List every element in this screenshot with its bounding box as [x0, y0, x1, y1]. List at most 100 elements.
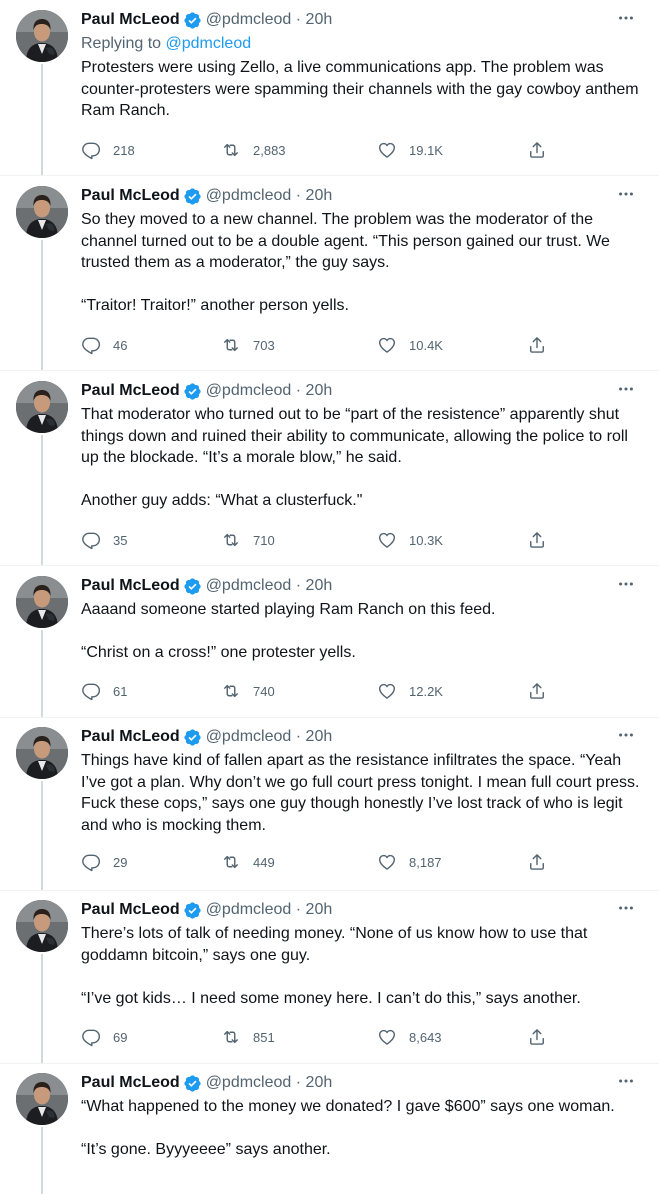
- thread-line: [41, 435, 43, 565]
- tweet-text: So they moved to a new channel. The prob…: [81, 209, 641, 317]
- retweet-button[interactable]: 449: [221, 852, 275, 872]
- reply-icon: [81, 335, 113, 355]
- reply-icon: [81, 852, 113, 872]
- avatar[interactable]: [16, 900, 68, 952]
- avatar[interactable]: [16, 727, 68, 779]
- reply-button[interactable]: 29: [81, 852, 127, 872]
- separator: ·: [295, 11, 302, 28]
- author-name[interactable]: Paul McLeod: [81, 728, 180, 746]
- separator: ·: [295, 728, 302, 745]
- avatar[interactable]: [16, 186, 68, 238]
- tweet-paragraph: Protesters were using Zello, a live comm…: [81, 59, 639, 119]
- separator: ·: [295, 1074, 302, 1091]
- timestamp[interactable]: 20h: [306, 1074, 333, 1091]
- like-count: 19.1K: [409, 142, 443, 158]
- replying-handle-link[interactable]: @pdmcleod: [166, 35, 252, 52]
- action-bar: 35 710 10.3K: [81, 530, 561, 552]
- like-button[interactable]: 12.2K: [377, 681, 443, 701]
- author-name[interactable]: Paul McLeod: [81, 577, 180, 595]
- retweet-button[interactable]: 740: [221, 681, 275, 701]
- tweet-paragraph: “Traitor! Traitor!” another person yells…: [81, 297, 349, 314]
- action-bar: 218 2,883 19.1K: [81, 140, 561, 162]
- reply-button[interactable]: 35: [81, 530, 127, 550]
- verified-badge-icon: [183, 187, 202, 206]
- retweet-icon: [221, 530, 253, 550]
- tweet-text: Protesters were using Zello, a live comm…: [81, 57, 641, 122]
- tweet-paragraph: Another guy adds: “What a clusterfuck.": [81, 492, 363, 509]
- share-icon: [527, 1027, 547, 1047]
- thread-line: [41, 781, 43, 890]
- share-icon: [527, 140, 547, 160]
- author-handle[interactable]: @pdmcleod: [206, 901, 292, 919]
- retweet-button[interactable]: 851: [221, 1027, 275, 1047]
- timestamp[interactable]: 20h: [306, 187, 333, 204]
- like-button[interactable]: 19.1K: [377, 140, 443, 160]
- share-button[interactable]: [527, 852, 547, 872]
- author-handle[interactable]: @pdmcleod: [206, 728, 292, 746]
- tweet-text: Aaaand someone started playing Ram Ranch…: [81, 599, 641, 664]
- author-handle[interactable]: @pdmcleod: [206, 11, 292, 29]
- author-name[interactable]: Paul McLeod: [81, 382, 180, 400]
- retweet-count: 449: [253, 854, 275, 870]
- tweet[interactable]: Paul McLeod @pdmcleod · 20h “What happen…: [0, 1063, 659, 1194]
- avatar[interactable]: [16, 1073, 68, 1125]
- timestamp[interactable]: 20h: [306, 728, 333, 745]
- avatar[interactable]: [16, 381, 68, 433]
- replying-label: Replying to: [81, 35, 162, 52]
- separator: ·: [295, 901, 302, 918]
- like-button[interactable]: 8,643: [377, 1027, 442, 1047]
- retweet-count: 2,883: [253, 142, 286, 158]
- avatar[interactable]: [16, 10, 68, 62]
- like-button[interactable]: 10.3K: [377, 530, 443, 550]
- share-button[interactable]: [527, 681, 547, 701]
- tweet[interactable]: Paul McLeod @pdmcleod · 20h There’s lots…: [0, 890, 659, 1064]
- avatar[interactable]: [16, 576, 68, 628]
- share-button[interactable]: [527, 140, 547, 160]
- timestamp[interactable]: 20h: [306, 901, 333, 918]
- thread-line: [41, 240, 43, 370]
- reply-button[interactable]: 46: [81, 335, 127, 355]
- tweet[interactable]: Paul McLeod @pdmcleod · 20h Replying to …: [0, 0, 659, 176]
- share-icon: [527, 852, 547, 872]
- tweet[interactable]: Paul McLeod @pdmcleod · 20h Things have …: [0, 717, 659, 891]
- like-count: 8,187: [409, 854, 442, 870]
- reply-count: 218: [113, 142, 135, 158]
- tweet[interactable]: Paul McLeod @pdmcleod · 20h Aaaand someo…: [0, 566, 659, 718]
- reply-button[interactable]: 69: [81, 1027, 127, 1047]
- author-name[interactable]: Paul McLeod: [81, 187, 180, 205]
- retweet-icon: [221, 681, 253, 701]
- share-button[interactable]: [527, 1027, 547, 1047]
- author-name[interactable]: Paul McLeod: [81, 901, 180, 919]
- like-button[interactable]: 10.4K: [377, 335, 443, 355]
- author-name[interactable]: Paul McLeod: [81, 11, 180, 29]
- like-button[interactable]: 8,187: [377, 852, 442, 872]
- reply-button[interactable]: 61: [81, 681, 127, 701]
- timestamp[interactable]: 20h: [306, 382, 333, 399]
- tweet[interactable]: Paul McLeod @pdmcleod · 20h So they move…: [0, 176, 659, 371]
- share-button[interactable]: [527, 335, 547, 355]
- author-handle[interactable]: @pdmcleod: [206, 382, 292, 400]
- thread-line: [41, 1127, 43, 1194]
- thread-line: [41, 64, 43, 175]
- tweet[interactable]: Paul McLeod @pdmcleod · 20h That moderat…: [0, 371, 659, 566]
- share-button[interactable]: [527, 530, 547, 550]
- heart-icon: [377, 530, 409, 550]
- tweet-text: Things have kind of fallen apart as the …: [81, 750, 641, 836]
- author-handle[interactable]: @pdmcleod: [206, 187, 292, 205]
- retweet-count: 710: [253, 532, 275, 548]
- reply-count: 46: [113, 337, 128, 353]
- author-handle[interactable]: @pdmcleod: [206, 1074, 292, 1092]
- retweet-button[interactable]: 703: [221, 335, 275, 355]
- retweet-button[interactable]: 2,883: [221, 140, 286, 160]
- share-icon: [527, 681, 547, 701]
- tweet-paragraph: Things have kind of fallen apart as the …: [81, 752, 640, 834]
- timestamp[interactable]: 20h: [306, 11, 333, 28]
- reply-count: 35: [113, 532, 128, 548]
- like-count: 10.3K: [409, 532, 443, 548]
- author-handle[interactable]: @pdmcleod: [206, 577, 292, 595]
- author-name[interactable]: Paul McLeod: [81, 1074, 180, 1092]
- heart-icon: [377, 681, 409, 701]
- timestamp[interactable]: 20h: [306, 577, 333, 594]
- reply-button[interactable]: 218: [81, 140, 135, 160]
- retweet-button[interactable]: 710: [221, 530, 275, 550]
